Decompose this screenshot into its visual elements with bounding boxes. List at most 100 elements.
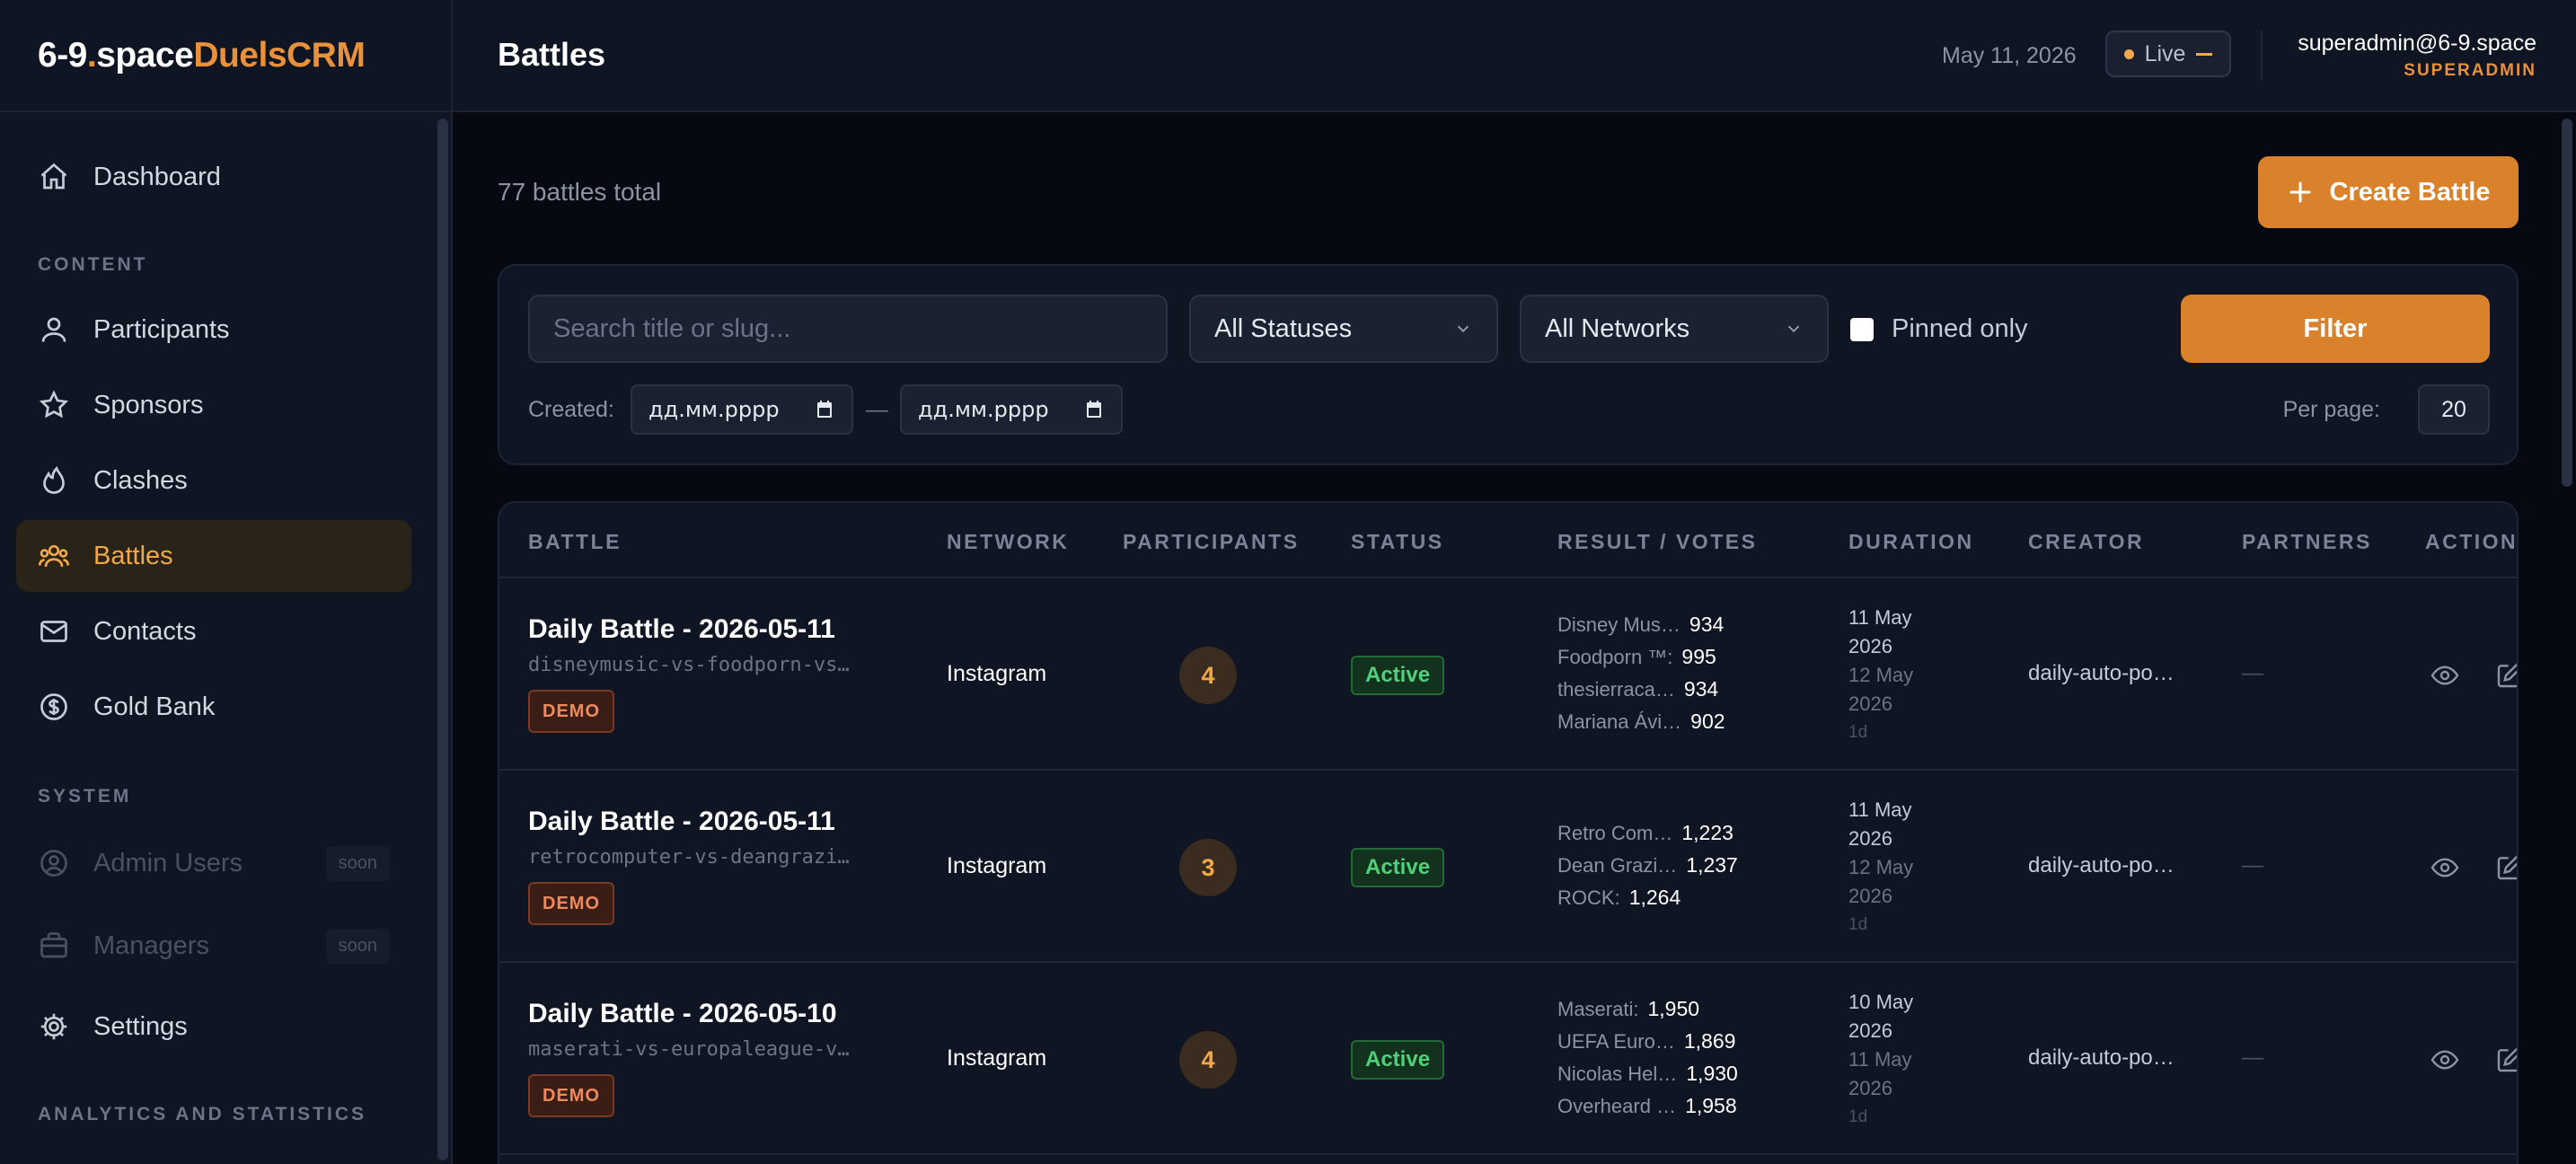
column-header-duration[interactable]: DURATION [1848, 530, 1974, 554]
sidebar-item-managers: Managers soon [16, 910, 411, 982]
vote-line: thesierraca… 934 [1557, 677, 1719, 701]
main-scrollbar[interactable] [2562, 119, 2572, 487]
demo-badge: DEMO [528, 882, 614, 925]
column-header-participants[interactable]: PARTICIPANTS [1123, 530, 1300, 554]
status-badge: Active [1351, 848, 1445, 887]
filter-button[interactable]: Filter [2181, 295, 2490, 363]
mail-icon [40, 621, 67, 642]
status-badge: Active [1351, 656, 1445, 695]
created-label: Created: [528, 397, 614, 422]
vote-line: ROCK: 1,264 [1557, 886, 1681, 909]
status-badge: Active [1351, 1040, 1445, 1080]
sidebar-item-clashes[interactable]: Clashes [16, 445, 411, 516]
column-header-actions: ACTIONS [2425, 530, 2519, 553]
battle-title[interactable]: Daily Battle - 2026-05-11 [528, 614, 835, 645]
user-role: SUPERADMIN [2404, 61, 2536, 80]
star-icon [39, 390, 69, 419]
network-value: Instagram [947, 853, 1047, 878]
nav-section-system: SYSTEM [38, 786, 132, 807]
chevron-down-icon [1457, 325, 1469, 333]
duration: 11 May 2026 12 May 2026 1d [1848, 606, 1914, 742]
edit-icon[interactable] [2495, 661, 2519, 690]
column-header-partners[interactable]: PARTNERS [2242, 530, 2372, 554]
nav-section-analytics: ANALYTICS AND STATISTICS [38, 1104, 367, 1124]
checkbox-icon [1850, 317, 1874, 341]
view-icon[interactable] [2430, 853, 2459, 882]
creator-value: daily-auto-po… [2028, 853, 2175, 877]
vote-line: Dean Grazi… 1,237 [1557, 853, 1738, 877]
gear-icon [40, 1013, 67, 1040]
column-header-battle[interactable]: BATTLE [528, 530, 622, 554]
battles-table: BATTLE NETWORK PARTICIPANTS STATUS RESUL… [498, 501, 2519, 1164]
created-to-date-input[interactable]: дд.мм.рррр [900, 384, 1123, 435]
status-select[interactable]: All Statuses [1189, 295, 1498, 363]
duration: 10 May 2026 11 May 2026 1d [1848, 991, 1914, 1126]
battle-slug: retrocomputer-vs-deangrazi… [528, 846, 850, 869]
pinned-only-checkbox[interactable]: Pinned only [1850, 314, 2028, 344]
table-row[interactable]: Daily Battle - 2026-05-11 retrocomputer-… [499, 771, 2517, 963]
network-select[interactable]: All Networks [1520, 295, 1829, 363]
per-page-input[interactable]: 20 [2418, 384, 2490, 435]
sidebar-item-participants[interactable]: Participants [16, 294, 411, 366]
battle-slug: maserati-vs-europaleague-v… [528, 1038, 850, 1061]
creator-value: daily-auto-po… [2028, 661, 2175, 685]
table-row[interactable]: Daily Battle - 2026-05-10 maserati-vs-eu… [499, 963, 2517, 1155]
vote-line: UEFA Euro… 1,869 [1557, 1029, 1736, 1053]
filter-panel: Search title or slug... All Statuses All… [498, 264, 2519, 465]
table-row[interactable]: Daily Battle - 2026-05-11 disneymusic-vs… [499, 578, 2517, 771]
per-page-label: Per page: [2282, 397, 2380, 422]
demo-badge: DEMO [528, 1074, 614, 1117]
sidebar-item-battles[interactable]: Battles [16, 520, 411, 592]
creator-value: daily-auto-po… [2028, 1045, 2175, 1070]
search-input[interactable]: Search title or slug... [528, 295, 1168, 363]
view-icon[interactable] [2430, 1045, 2459, 1074]
sidebar-item-dashboard[interactable]: Dashboard [16, 141, 411, 213]
column-header-result-votes[interactable]: RESULT / VOTES [1557, 530, 1757, 554]
live-toggle[interactable]: Live [2105, 31, 2231, 77]
calendar-icon [1087, 401, 1101, 418]
battle-slug: disneymusic-vs-foodporn-vs… [528, 654, 850, 676]
view-icon[interactable] [2430, 661, 2459, 690]
sidebar-item-sponsors[interactable]: Sponsors [16, 369, 411, 441]
sidebar-scrollbar[interactable] [437, 119, 448, 1160]
sidebar-item-settings[interactable]: Settings [16, 991, 411, 1063]
battle-title[interactable]: Daily Battle - 2026-05-10 [528, 999, 837, 1029]
sidebar-item-gold-bank[interactable]: Gold Bank [16, 671, 411, 743]
create-battle-button[interactable]: Create Battle [2258, 156, 2519, 228]
calendar-icon [817, 401, 832, 418]
soon-badge: soon [325, 845, 390, 881]
participants-count: 4 [1179, 1031, 1237, 1089]
soon-badge: soon [325, 928, 390, 964]
plus-icon [2289, 181, 2311, 203]
dash-icon [2196, 52, 2213, 56]
date-range-separator: — [866, 397, 888, 422]
column-header-creator[interactable]: CREATOR [2028, 530, 2144, 554]
battle-title[interactable]: Daily Battle - 2026-05-11 [528, 807, 835, 837]
network-value: Instagram [947, 1045, 1047, 1071]
edit-icon[interactable] [2495, 1045, 2519, 1074]
participants-count: 3 [1179, 839, 1237, 896]
created-from-date-input[interactable]: дд.мм.рррр [631, 384, 853, 435]
vote-line: Mariana Ávi… 902 [1557, 710, 1725, 733]
column-header-status[interactable]: STATUS [1351, 530, 1444, 554]
header-divider [2261, 31, 2263, 81]
sidebar-item-contacts[interactable]: Contacts [16, 595, 411, 667]
top-header: Battles May 11, 2026 Live superadmin@6-9… [453, 0, 2576, 112]
user-email[interactable]: superadmin@6-9.space [2298, 31, 2536, 57]
user-icon [41, 317, 66, 342]
briefcase-icon [40, 932, 67, 958]
edit-icon[interactable] [2495, 853, 2519, 882]
vote-line: Disney Mus… 934 [1557, 613, 1725, 636]
participants-count: 4 [1179, 647, 1237, 704]
vote-line: Maserati: 1,950 [1557, 997, 1700, 1020]
user-circle-icon [40, 850, 67, 877]
column-header-network[interactable]: NETWORK [947, 530, 1069, 554]
sidebar-item-admin-users: Admin Users soon [16, 827, 411, 899]
partners-value: — [2242, 853, 2263, 877]
battles-total-count: 77 battles total [498, 178, 662, 206]
current-date: May 11, 2026 [1942, 43, 2077, 68]
partners-value: — [2242, 1045, 2263, 1070]
chevron-down-icon [1787, 325, 1800, 333]
users-group-icon [38, 544, 70, 568]
brand-logo[interactable]: 6-9. space DuelsCRM [0, 0, 451, 112]
